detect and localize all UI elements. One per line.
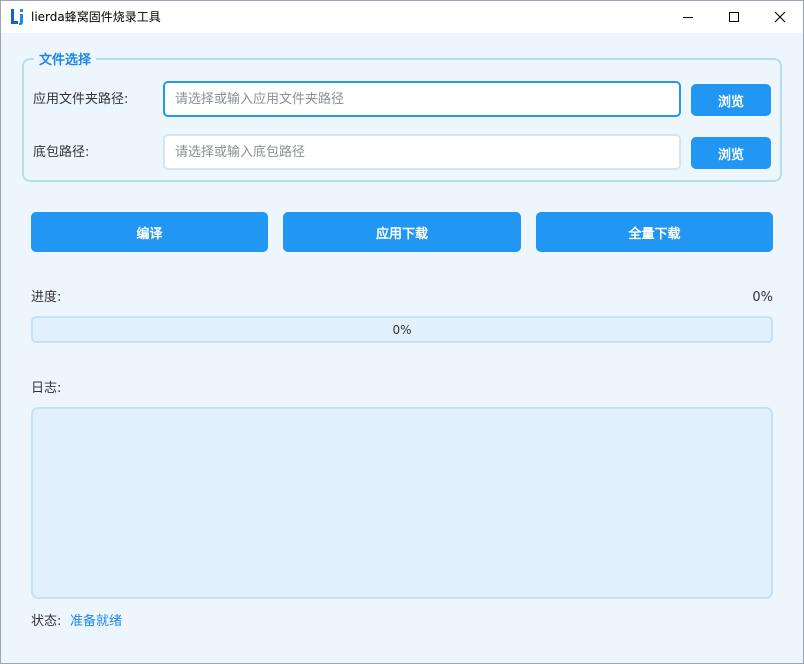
maximize-icon [729,12,739,22]
close-icon [774,11,786,23]
minimize-icon [683,17,693,18]
progress-percent: 0% [752,290,773,305]
progress-bar-text: 0% [392,322,412,337]
window-title: lierda蜂窝固件烧录工具 [31,10,161,24]
progress-bar: 0% [31,316,773,343]
file-selection-legend: 文件选择 [34,53,97,69]
full-download-button[interactable]: 全量下载 [536,212,773,252]
app-folder-input[interactable] [163,81,681,117]
minimize-button[interactable] [665,1,711,33]
main-content: 文件选择 应用文件夹路径: 浏览 底包路径: 浏览 编译 应用下载 全量下载 进… [1,33,803,663]
compile-button[interactable]: 编译 [31,212,268,252]
status-label: 状态: [31,614,62,629]
base-package-browse-button[interactable]: 浏览 [691,137,771,169]
app-logo-icon [11,9,23,25]
close-button[interactable] [757,1,803,33]
base-package-input[interactable] [163,134,681,170]
app-download-button[interactable]: 应用下载 [283,212,521,252]
app-folder-label: 应用文件夹路径: [33,92,129,107]
base-package-label: 底包路径: [33,145,90,160]
log-textarea[interactable] [31,407,773,599]
status-value: 准备就绪 [70,614,123,629]
app-folder-browse-button[interactable]: 浏览 [691,84,771,116]
log-label: 日志: [31,381,62,396]
progress-label: 进度: [31,290,62,305]
title-bar[interactable]: lierda蜂窝固件烧录工具 [1,1,803,33]
app-window: lierda蜂窝固件烧录工具 文件选择 应用文件夹路径: 浏览 底包路径: 浏览… [0,0,804,664]
maximize-button[interactable] [711,1,757,33]
